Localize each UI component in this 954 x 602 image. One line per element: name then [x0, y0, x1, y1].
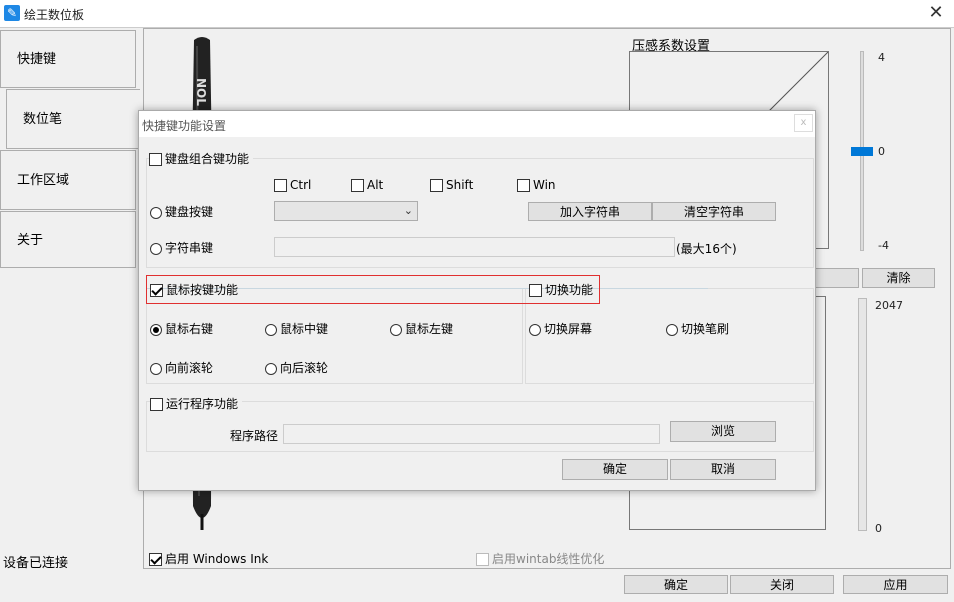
- scale-bottom: -4: [878, 239, 889, 252]
- win-checkbox[interactable]: Win: [517, 178, 556, 192]
- string-radio[interactable]: 字符串键: [150, 239, 213, 256]
- switch-brush-label: 切换笔刷: [681, 322, 730, 336]
- checkbox-box: [150, 398, 163, 411]
- dialog-title: 快捷键功能设置: [142, 119, 227, 133]
- checkbox-box: [529, 284, 542, 297]
- pressure-slider-thumb[interactable]: [851, 147, 873, 156]
- mouse-function-label: 鼠标按键功能: [166, 283, 239, 297]
- checkbox-box: [430, 179, 443, 192]
- pressure-level-bar: [858, 298, 867, 531]
- nav-item-label: 关于: [17, 233, 44, 248]
- radio-circle: [529, 323, 541, 336]
- switch-function-label: 切换功能: [545, 283, 594, 297]
- switch-screen-label: 切换屏幕: [544, 322, 593, 336]
- mouse-left-radio[interactable]: 鼠标左键: [390, 320, 453, 337]
- scroll-up-label: 向前滚轮: [165, 361, 214, 375]
- shift-label: Shift: [446, 178, 474, 192]
- radio-circle: [150, 206, 162, 219]
- mouse-middle-radio[interactable]: 鼠标中键: [265, 320, 328, 337]
- win-label: Win: [533, 178, 556, 192]
- mouse-function-checkbox[interactable]: 鼠标按键功能: [150, 281, 238, 298]
- radio-circle: [150, 362, 162, 375]
- window-close-button[interactable]: ✕: [924, 2, 948, 24]
- switch-function-checkbox[interactable]: 切换功能: [529, 281, 593, 298]
- dialog-close-button[interactable]: x: [794, 114, 813, 132]
- checkbox-box: [149, 553, 162, 566]
- radio-circle: [265, 362, 277, 375]
- pen-brand-text: NOL: [194, 78, 208, 106]
- nav-item-shortcuts[interactable]: 快捷键: [0, 30, 136, 88]
- chevron-down-icon: ⌄: [403, 204, 413, 217]
- browse-button[interactable]: 浏览: [670, 421, 776, 442]
- mouse-right-radio[interactable]: 鼠标右键: [150, 320, 213, 337]
- dialog-title-bar: 快捷键功能设置 x: [139, 111, 815, 137]
- ok-button[interactable]: 确定: [624, 575, 728, 594]
- apply-button[interactable]: 应用: [843, 575, 948, 594]
- clear-string-button[interactable]: 清空字符串: [652, 202, 776, 221]
- key-select[interactable]: ⌄: [274, 201, 418, 221]
- nav-item-about[interactable]: 关于: [0, 211, 136, 268]
- checkbox-box: [274, 179, 287, 192]
- device-status: 设备已连接: [3, 556, 69, 571]
- wintab-checkbox[interactable]: 启用wintab线性优化: [476, 550, 604, 567]
- checkbox-box: [517, 179, 530, 192]
- key-label: 键盘按键: [165, 205, 214, 219]
- path-label: 程序路径: [230, 429, 279, 443]
- radio-circle: [390, 323, 402, 336]
- shift-checkbox[interactable]: Shift: [430, 178, 473, 192]
- mouse-left-label: 鼠标左键: [405, 322, 454, 336]
- radio-circle: [265, 323, 277, 336]
- title-bar: ✎ 绘王数位板 ✕: [0, 0, 954, 28]
- radio-circle: [666, 323, 678, 336]
- alt-checkbox[interactable]: Alt: [351, 178, 383, 192]
- checkbox-box: [150, 284, 163, 297]
- ctrl-checkbox[interactable]: Ctrl: [274, 178, 311, 192]
- shortcut-settings-dialog: 快捷键功能设置 x 键盘组合键功能 Ctrl Alt Shift Win 键盘按…: [138, 110, 816, 491]
- run-program-checkbox[interactable]: 运行程序功能: [150, 395, 243, 412]
- checkbox-box: [476, 553, 489, 566]
- nav-item-label: 数位笔: [23, 112, 63, 127]
- scroll-down-radio[interactable]: 向后滚轮: [265, 359, 328, 376]
- app-icon: ✎: [4, 5, 20, 21]
- scale2-bottom: 0: [875, 522, 882, 535]
- scroll-up-radio[interactable]: 向前滚轮: [150, 359, 213, 376]
- windows-ink-label: 启用 Windows Ink: [165, 552, 269, 566]
- window-title: 绘王数位板: [24, 8, 85, 22]
- run-program-label: 运行程序功能: [166, 397, 239, 411]
- radio-circle: [150, 323, 162, 336]
- close-button[interactable]: 关闭: [730, 575, 834, 594]
- scale-mid: 0: [878, 145, 885, 158]
- add-string-button[interactable]: 加入字符串: [528, 202, 652, 221]
- mouse-right-label: 鼠标右键: [165, 322, 214, 336]
- key-radio[interactable]: 键盘按键: [150, 203, 213, 220]
- checkbox-box: [351, 179, 364, 192]
- mouse-middle-label: 鼠标中键: [280, 322, 329, 336]
- path-input[interactable]: [283, 424, 660, 444]
- wintab-label: 启用wintab线性优化: [492, 552, 605, 566]
- nav-item-work-area[interactable]: 工作区域: [0, 150, 136, 210]
- string-input[interactable]: [274, 237, 675, 257]
- keyboard-combo-checkbox[interactable]: 键盘组合键功能: [149, 150, 254, 167]
- windows-ink-checkbox[interactable]: 启用 Windows Ink: [149, 550, 268, 567]
- clear-button[interactable]: 清除: [862, 268, 935, 288]
- alt-label: Alt: [367, 178, 384, 192]
- max-hint: (最大16个): [676, 242, 737, 256]
- unlabeled-button[interactable]: [813, 268, 859, 288]
- switch-brush-radio[interactable]: 切换笔刷: [666, 320, 729, 337]
- nav-item-pen[interactable]: 数位笔: [6, 89, 140, 149]
- ctrl-label: Ctrl: [290, 178, 312, 192]
- scroll-down-label: 向后滚轮: [280, 361, 329, 375]
- keyboard-combo-label: 键盘组合键功能: [165, 152, 250, 166]
- nav-item-label: 快捷键: [17, 52, 57, 67]
- switch-screen-radio[interactable]: 切换屏幕: [529, 320, 592, 337]
- scale-top: 4: [878, 51, 885, 64]
- radio-circle: [150, 242, 162, 255]
- checkbox-box: [149, 153, 162, 166]
- nav-item-label: 工作区域: [17, 173, 70, 188]
- dialog-ok-button[interactable]: 确定: [562, 459, 668, 480]
- scale2-top: 2047: [875, 299, 903, 312]
- dialog-cancel-button[interactable]: 取消: [670, 459, 776, 480]
- string-label: 字符串键: [165, 241, 214, 255]
